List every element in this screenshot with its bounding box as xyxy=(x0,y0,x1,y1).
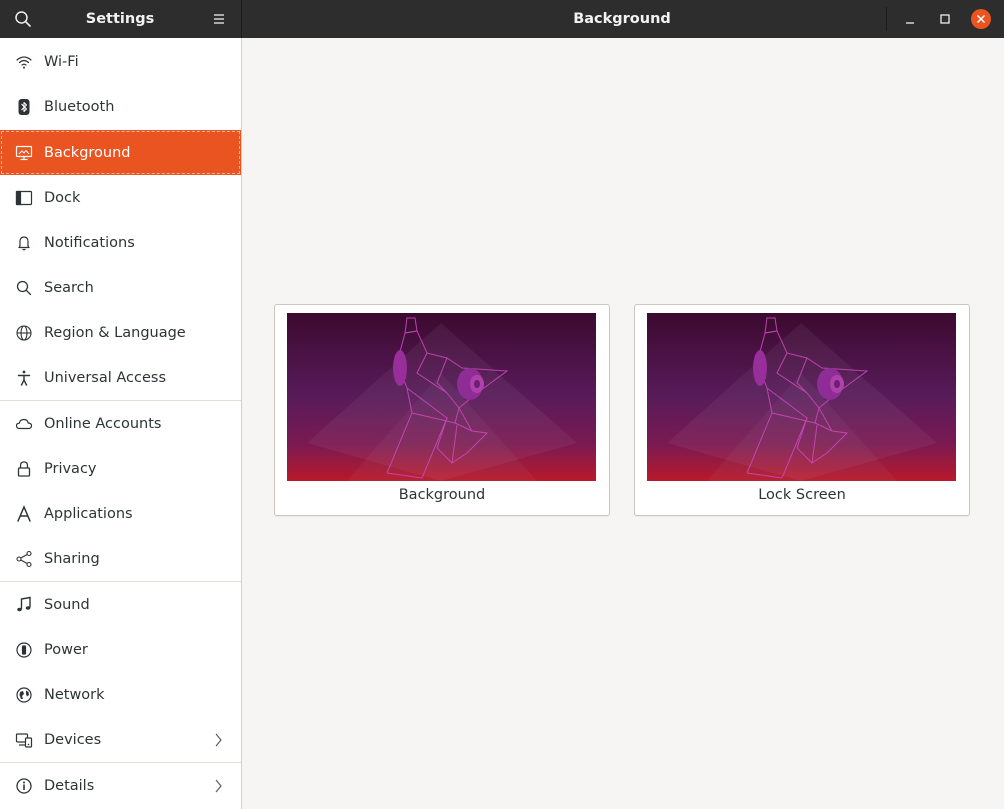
header-bar-left: Settings xyxy=(0,0,242,38)
cloud-icon xyxy=(15,415,33,433)
close-button[interactable] xyxy=(969,7,993,31)
sidebar-item-label: Wi-Fi xyxy=(44,54,79,70)
lock-icon xyxy=(15,460,33,478)
maximize-button[interactable] xyxy=(933,7,957,31)
sidebar-item-label: Network xyxy=(44,687,105,703)
search-icon xyxy=(15,11,31,27)
sidebar-item-power[interactable]: Power xyxy=(0,627,241,672)
sidebar-item-wifi[interactable]: Wi-Fi xyxy=(0,39,241,84)
sidebar-item-details[interactable]: Details xyxy=(0,763,241,808)
sidebar-item-label: Devices xyxy=(44,732,102,748)
chevron-right-icon xyxy=(212,732,224,748)
search-button[interactable] xyxy=(11,7,35,31)
sidebar-item-sound[interactable]: Sound xyxy=(0,582,241,627)
sidebar-item-bluetooth[interactable]: Bluetooth xyxy=(0,84,241,129)
wallpaper-thumbnail xyxy=(287,313,596,481)
sidebar-item-label: Notifications xyxy=(44,235,135,251)
hamburger-menu-icon xyxy=(214,14,224,24)
header-bar: Settings Background xyxy=(0,0,1004,38)
network-icon xyxy=(15,686,33,704)
share-icon xyxy=(15,550,33,568)
sidebar-item-applications[interactable]: Applications xyxy=(0,491,241,536)
dock-icon xyxy=(15,189,33,207)
sidebar-item-dock[interactable]: Dock xyxy=(0,175,241,220)
music-note-icon xyxy=(15,596,33,614)
background-card[interactable]: Background xyxy=(274,304,610,516)
sidebar-item-label: Bluetooth xyxy=(44,99,115,115)
sidebar-item-notifications[interactable]: Notifications xyxy=(0,220,241,265)
sidebar-item-label: Details xyxy=(44,778,95,794)
sidebar: Wi-Fi Bluetooth Background Dock Notifica… xyxy=(0,38,242,809)
sidebar-item-label: Search xyxy=(44,280,94,296)
minimize-button[interactable] xyxy=(898,7,922,31)
lock-screen-card[interactable]: Lock Screen xyxy=(634,304,970,516)
sidebar-item-label: Region & Language xyxy=(44,325,186,341)
sidebar-item-label: Power xyxy=(44,642,88,658)
sidebar-item-label: Background xyxy=(44,145,131,161)
sidebar-item-label: Applications xyxy=(44,506,133,522)
menu-button[interactable] xyxy=(207,7,231,31)
power-icon xyxy=(15,641,33,659)
sidebar-item-background[interactable]: Background xyxy=(0,130,241,175)
sidebar-item-label: Sound xyxy=(44,597,90,613)
bluetooth-icon xyxy=(15,98,33,116)
search-icon xyxy=(15,279,33,297)
minimize-icon xyxy=(906,22,914,24)
chevron-right-icon xyxy=(212,778,224,794)
sidebar-item-label: Sharing xyxy=(44,551,100,567)
maximize-icon xyxy=(940,14,950,24)
page-title: Background xyxy=(573,11,671,27)
accessibility-icon xyxy=(15,369,33,387)
wifi-icon xyxy=(15,53,33,71)
main-content: Background Lock Screen xyxy=(242,38,1004,809)
sidebar-item-universal-access[interactable]: Universal Access xyxy=(0,355,241,400)
sidebar-item-region-language[interactable]: Region & Language xyxy=(0,310,241,355)
devices-icon xyxy=(15,731,33,749)
sidebar-item-label: Online Accounts xyxy=(44,416,162,432)
sidebar-item-search[interactable]: Search xyxy=(0,265,241,310)
close-icon xyxy=(971,9,991,29)
settings-window: Settings Background Wi-Fi Bluetooth Back… xyxy=(0,0,1004,809)
sidebar-item-label: Universal Access xyxy=(44,370,167,386)
wallpaper-thumbnail xyxy=(647,313,956,481)
sidebar-item-label: Privacy xyxy=(44,461,97,477)
applications-icon xyxy=(15,505,33,523)
info-icon xyxy=(15,777,33,795)
bell-icon xyxy=(15,234,33,252)
sidebar-item-sharing[interactable]: Sharing xyxy=(0,536,241,581)
app-title: Settings xyxy=(85,11,155,27)
display-icon xyxy=(15,144,33,162)
card-caption: Background xyxy=(398,487,486,503)
header-separator xyxy=(886,7,887,31)
sidebar-item-online-accounts[interactable]: Online Accounts xyxy=(0,401,241,446)
sidebar-item-label: Dock xyxy=(44,190,81,206)
sidebar-item-network[interactable]: Network xyxy=(0,672,241,717)
sidebar-item-devices[interactable]: Devices xyxy=(0,717,241,762)
sidebar-item-privacy[interactable]: Privacy xyxy=(0,446,241,491)
card-caption: Lock Screen xyxy=(758,487,846,503)
globe-icon xyxy=(15,324,33,342)
